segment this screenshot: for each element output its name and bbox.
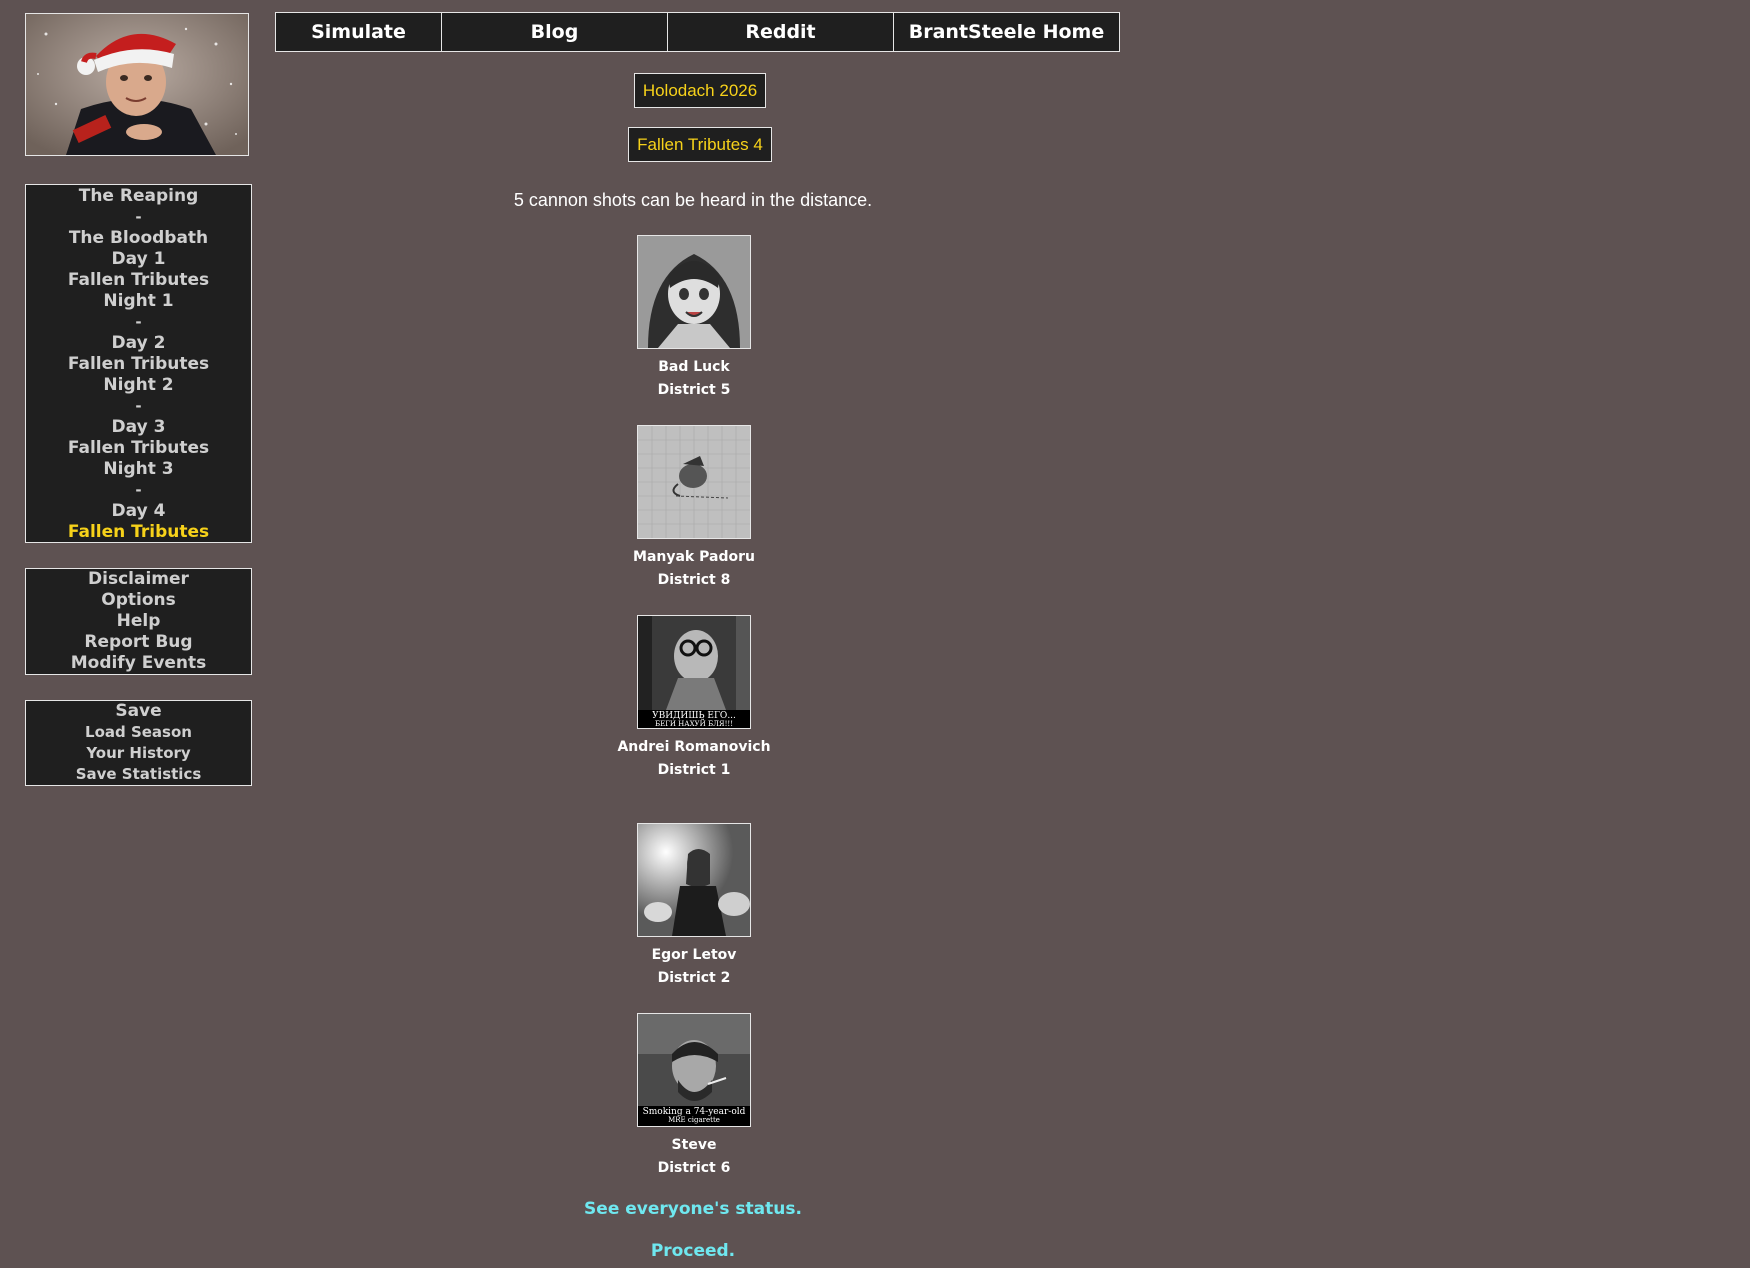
cannon-message: 5 cannon shots can be heard in the dista… bbox=[513, 190, 873, 210]
page: The Reaping - The Bloodbath Day 1 Fallen Tri… bbox=[0, 0, 1750, 1268]
sidebar-item-fallen-tributes[interactable]: Fallen Tributes bbox=[26, 354, 251, 375]
save-links: Save Load Season Your History Save Statisti… bbox=[25, 700, 252, 786]
tribute-card: УВИДИШЬ ЕГО... БЕГИ НАХУЙ БЛЯ!!! Andrei R… bbox=[617, 615, 771, 779]
sidebar-link-modify-events[interactable]: Modify Events bbox=[26, 653, 251, 674]
sidebar-item-night-3[interactable]: Night 3 bbox=[26, 459, 251, 480]
round-title: Fallen Tributes 4 bbox=[628, 127, 772, 162]
tab-blog[interactable]: Blog bbox=[442, 13, 668, 51]
separator: - bbox=[135, 397, 142, 415]
sidebar-link-your-history[interactable]: Your History bbox=[26, 743, 251, 764]
site-logo-image[interactable] bbox=[25, 13, 249, 156]
tribute-district: District 8 bbox=[657, 572, 731, 588]
separator: - bbox=[135, 313, 142, 331]
portrait-caption: БЕГИ НАХУЙ БЛЯ!!! bbox=[655, 719, 733, 728]
season-title: Holodach 2026 bbox=[634, 73, 766, 108]
tribute-portrait bbox=[637, 425, 751, 539]
top-navigation: Simulate Blog Reddit BrantSteele Home bbox=[275, 12, 1120, 52]
sidebar-item-day-4[interactable]: Day 4 bbox=[26, 501, 251, 522]
utility-links: Disclaimer Options Help Report Bug Modify Ev… bbox=[25, 568, 252, 675]
tribute-card: Smoking a 74-year-old MRE cigarette Steve… bbox=[637, 1013, 751, 1177]
tribute-card: Bad Luck District 5 bbox=[637, 235, 751, 399]
sidebar-link-disclaimer[interactable]: Disclaimer bbox=[26, 569, 251, 590]
tribute-district: District 6 bbox=[657, 1160, 731, 1176]
sidebar-link-options[interactable]: Options bbox=[26, 590, 251, 611]
sidebar-item-day-3[interactable]: Day 3 bbox=[26, 417, 251, 438]
tribute-name: Bad Luck bbox=[658, 359, 730, 375]
tab-simulate[interactable]: Simulate bbox=[276, 13, 442, 51]
sidebar-item-fallen-tributes[interactable]: Fallen Tributes bbox=[26, 438, 251, 459]
tribute-card: Manyak Padoru District 8 bbox=[633, 425, 755, 589]
sidebar-link-save[interactable]: Save bbox=[26, 701, 251, 722]
tab-reddit[interactable]: Reddit bbox=[668, 13, 894, 51]
tab-brantsteele-home[interactable]: BrantSteele Home bbox=[894, 13, 1119, 51]
sidebar-item-the-bloodbath[interactable]: The Bloodbath bbox=[26, 228, 251, 249]
separator: - bbox=[135, 481, 142, 499]
tribute-portrait: УВИДИШЬ ЕГО... БЕГИ НАХУЙ БЛЯ!!! bbox=[637, 615, 751, 729]
tribute-district: District 5 bbox=[657, 382, 731, 398]
tribute-name: Egor Letov bbox=[651, 947, 737, 963]
tribute-portrait: Smoking a 74-year-old MRE cigarette bbox=[637, 1013, 751, 1127]
sidebar-item-day-1[interactable]: Day 1 bbox=[26, 249, 251, 270]
tribute-name: Andrei Romanovich bbox=[617, 739, 771, 755]
sidebar-link-load-season[interactable]: Load Season bbox=[26, 722, 251, 743]
tribute-district: District 2 bbox=[657, 970, 731, 986]
sidebar-link-save-statistics[interactable]: Save Statistics bbox=[26, 764, 251, 785]
see-status-link[interactable]: See everyone's status. bbox=[0, 1199, 1386, 1219]
tribute-name: Manyak Padoru bbox=[633, 549, 755, 565]
tribute-district: District 1 bbox=[657, 762, 731, 778]
tribute-portrait bbox=[637, 235, 751, 349]
sidebar-link-help[interactable]: Help bbox=[26, 611, 251, 632]
portrait-caption: MRE cigarette bbox=[668, 1116, 720, 1124]
sidebar-item-fallen-tributes[interactable]: Fallen Tributes bbox=[26, 522, 251, 543]
sidebar-item-night-2[interactable]: Night 2 bbox=[26, 375, 251, 396]
sidebar-item-fallen-tributes[interactable]: Fallen Tributes bbox=[26, 270, 251, 291]
tribute-name: Steve bbox=[671, 1137, 717, 1153]
sidebar-item-night-1[interactable]: Night 1 bbox=[26, 291, 251, 312]
round-navigation: The Reaping - The Bloodbath Day 1 Fallen Tri… bbox=[25, 184, 252, 543]
tribute-card: Egor Letov District 2 bbox=[637, 823, 751, 987]
proceed-link[interactable]: Proceed. bbox=[0, 1241, 1386, 1261]
tribute-portrait bbox=[637, 823, 751, 937]
sidebar-item-day-2[interactable]: Day 2 bbox=[26, 333, 251, 354]
sidebar-link-report-bug[interactable]: Report Bug bbox=[26, 632, 251, 653]
